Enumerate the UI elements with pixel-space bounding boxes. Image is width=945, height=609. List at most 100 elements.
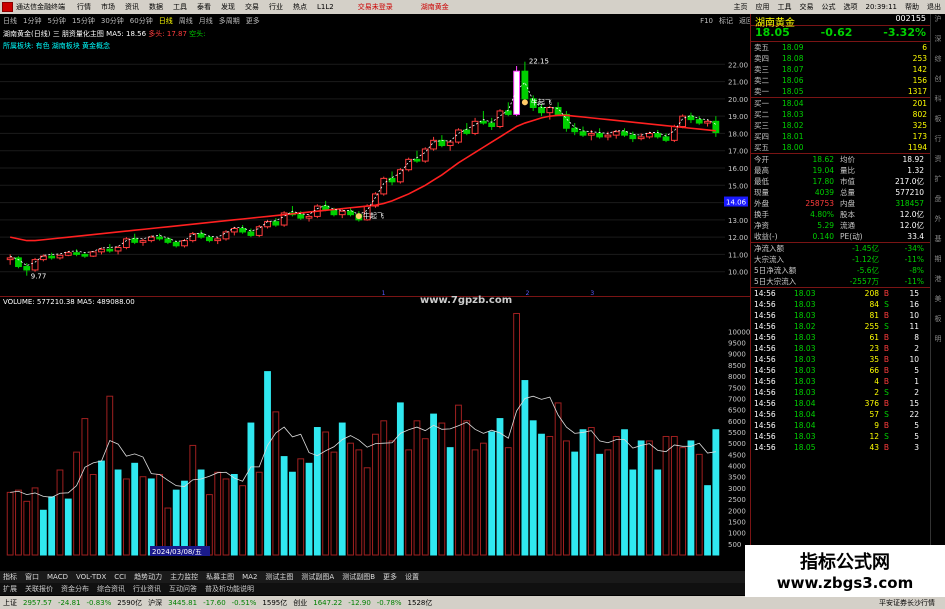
side-tab[interactable]: 沪 bbox=[931, 14, 945, 34]
side-tab[interactable]: 科 bbox=[931, 94, 945, 114]
menu-item[interactable]: 发现 bbox=[221, 3, 235, 11]
period-tab[interactable]: 60分钟 bbox=[130, 16, 153, 26]
period-tab[interactable]: 周线 bbox=[179, 16, 193, 26]
flow-pct: -11% bbox=[904, 255, 924, 264]
volume-bar bbox=[488, 431, 496, 556]
quote-label: 最高 bbox=[754, 166, 769, 175]
candle-body bbox=[596, 132, 604, 138]
extension-tab[interactable]: 扩展 bbox=[3, 584, 17, 594]
index-value: 2957.57 bbox=[23, 598, 52, 607]
order-level-label: 卖五 bbox=[754, 43, 769, 52]
menu-item[interactable]: 热点 bbox=[293, 3, 307, 11]
volume-bar bbox=[31, 487, 39, 556]
extension-tab[interactable]: 行业资讯 bbox=[133, 584, 161, 594]
quote-panel: 湖南黄金 002155 18.05 -0.62 -3.32% 卖五 18.09 6 卖四 18.0… bbox=[750, 14, 930, 574]
title-menu-item[interactable]: 帮助 bbox=[905, 3, 919, 11]
volume-bar bbox=[538, 433, 545, 556]
price-tick-label: 10.00 bbox=[728, 269, 748, 277]
side-tab[interactable]: 板 bbox=[931, 314, 945, 334]
side-tab[interactable]: 盘 bbox=[931, 194, 945, 214]
volume-bar bbox=[571, 451, 579, 556]
title-menu-item[interactable]: 公式 bbox=[822, 3, 836, 11]
side-tab[interactable]: 创 bbox=[931, 74, 945, 94]
menu-item[interactable]: 资讯 bbox=[125, 3, 139, 11]
side-tab[interactable]: 基 bbox=[931, 234, 945, 254]
indicator-tab[interactable]: 更多 bbox=[383, 572, 397, 582]
indicator-tab[interactable]: MACD bbox=[47, 573, 68, 581]
volume-bar bbox=[338, 422, 346, 556]
period-tab[interactable]: 1分钟 bbox=[23, 16, 41, 26]
extension-tab[interactable]: 互动问答 bbox=[169, 584, 197, 594]
indicator-tab[interactable]: 设置 bbox=[405, 572, 419, 582]
quote-value: 4.80% bbox=[810, 210, 834, 219]
period-tab[interactable]: 月线 bbox=[199, 16, 213, 26]
indicator-tab[interactable]: 测试副图A bbox=[301, 572, 334, 582]
candle-body bbox=[438, 139, 446, 147]
toolbar-right-button[interactable]: F10 bbox=[700, 17, 713, 25]
indicator-tab[interactable]: 窗口 bbox=[25, 572, 39, 582]
quote-label: 最低 bbox=[754, 177, 769, 186]
menu-item[interactable]: 行情 bbox=[77, 3, 91, 11]
side-tab[interactable]: 深 bbox=[931, 34, 945, 54]
volume-chart[interactable]: 10000 9500 9000 8500 8000 7500 7000 6500 6000 550… bbox=[0, 297, 750, 557]
indicator-tab[interactable]: VOL-TDX bbox=[76, 573, 106, 581]
indicator-tab[interactable]: 测试主图 bbox=[265, 572, 293, 582]
extension-tab[interactable]: 综合资讯 bbox=[97, 584, 125, 594]
period-tab[interactable]: 5分钟 bbox=[47, 16, 65, 26]
indicator-tab[interactable]: 私募主图 bbox=[206, 572, 234, 582]
menu-item[interactable]: 泰看 bbox=[197, 3, 211, 11]
tick-time: 14:56 bbox=[754, 388, 776, 397]
period-tab[interactable]: 日线 bbox=[3, 16, 17, 26]
menu-item[interactable]: 数据 bbox=[149, 3, 163, 11]
high-label: 22.15 bbox=[529, 58, 549, 66]
menu-item[interactable]: 交易 bbox=[245, 3, 259, 11]
extension-tab[interactable]: 资金分布 bbox=[61, 584, 89, 594]
indicator-tab[interactable]: 趋势动力 bbox=[134, 572, 162, 582]
title-menu-item[interactable]: 选项 bbox=[844, 3, 858, 11]
side-tab[interactable]: 外 bbox=[931, 214, 945, 234]
title-menu-item[interactable]: 20:39:11 bbox=[866, 3, 897, 11]
side-tab[interactable]: 港 bbox=[931, 274, 945, 294]
period-tab[interactable]: 15分钟 bbox=[72, 16, 95, 26]
extension-tab[interactable]: 普及析功能说明 bbox=[205, 584, 254, 594]
side-tab[interactable]: 明 bbox=[931, 334, 945, 354]
menu-item[interactable]: 行业 bbox=[269, 3, 283, 11]
order-book-row: 卖三 18.07 142 bbox=[751, 64, 930, 75]
volume-bar bbox=[222, 478, 230, 556]
order-level-label: 买三 bbox=[754, 121, 769, 130]
indicator-tab[interactable]: CCI bbox=[114, 573, 126, 581]
period-tab[interactable]: 30分钟 bbox=[101, 16, 124, 26]
title-menu-item[interactable]: 主页 bbox=[734, 3, 748, 11]
main-menu: 行情 市场 资讯 数据 工具 泰看 发现 交易 行业 热点 L1L2 bbox=[77, 2, 344, 12]
extension-tab[interactable]: 关联报价 bbox=[25, 584, 53, 594]
side-tab[interactable]: 资 bbox=[931, 154, 945, 174]
indicator-tab[interactable]: 测试副图B bbox=[342, 572, 375, 582]
candle-body bbox=[239, 228, 247, 233]
candle-body bbox=[214, 238, 222, 242]
menu-item[interactable]: 市场 bbox=[101, 3, 115, 11]
side-tab[interactable]: 扩 bbox=[931, 174, 945, 194]
trade-login-alert[interactable]: 交易未登录 bbox=[358, 2, 393, 12]
side-tab[interactable]: 行 bbox=[931, 134, 945, 154]
period-tab[interactable]: 多周期 bbox=[219, 16, 240, 26]
menu-item[interactable]: 工具 bbox=[173, 3, 187, 11]
candle-body bbox=[546, 107, 554, 114]
broker-name: 平安证券长沙行情 bbox=[879, 598, 935, 607]
tick-side: B bbox=[883, 333, 890, 342]
title-menu-item[interactable]: 交易 bbox=[800, 3, 814, 11]
period-tab[interactable]: 更多 bbox=[246, 16, 260, 26]
side-tab[interactable]: 板 bbox=[931, 114, 945, 134]
price-chart[interactable]: 22.00 21.00 20.00 19.00 18.00 17.00 16.00 15.00… bbox=[0, 27, 750, 306]
side-tab[interactable]: 美 bbox=[931, 294, 945, 314]
period-tab[interactable]: 日线 bbox=[159, 16, 173, 26]
indicator-tab[interactable]: 指标 bbox=[3, 572, 17, 582]
title-menu-item[interactable]: 应用 bbox=[756, 3, 770, 11]
title-menu-item[interactable]: 退出 bbox=[927, 3, 941, 11]
indicator-tab[interactable]: 主力监控 bbox=[170, 572, 198, 582]
indicator-tab[interactable]: MA2 bbox=[242, 573, 257, 581]
side-tab[interactable]: 综 bbox=[931, 54, 945, 74]
side-tab[interactable]: 期 bbox=[931, 254, 945, 274]
toolbar-right-button[interactable]: 标记 bbox=[719, 17, 733, 25]
menu-item[interactable]: L1L2 bbox=[317, 3, 334, 11]
title-menu-item[interactable]: 工具 bbox=[778, 3, 792, 11]
